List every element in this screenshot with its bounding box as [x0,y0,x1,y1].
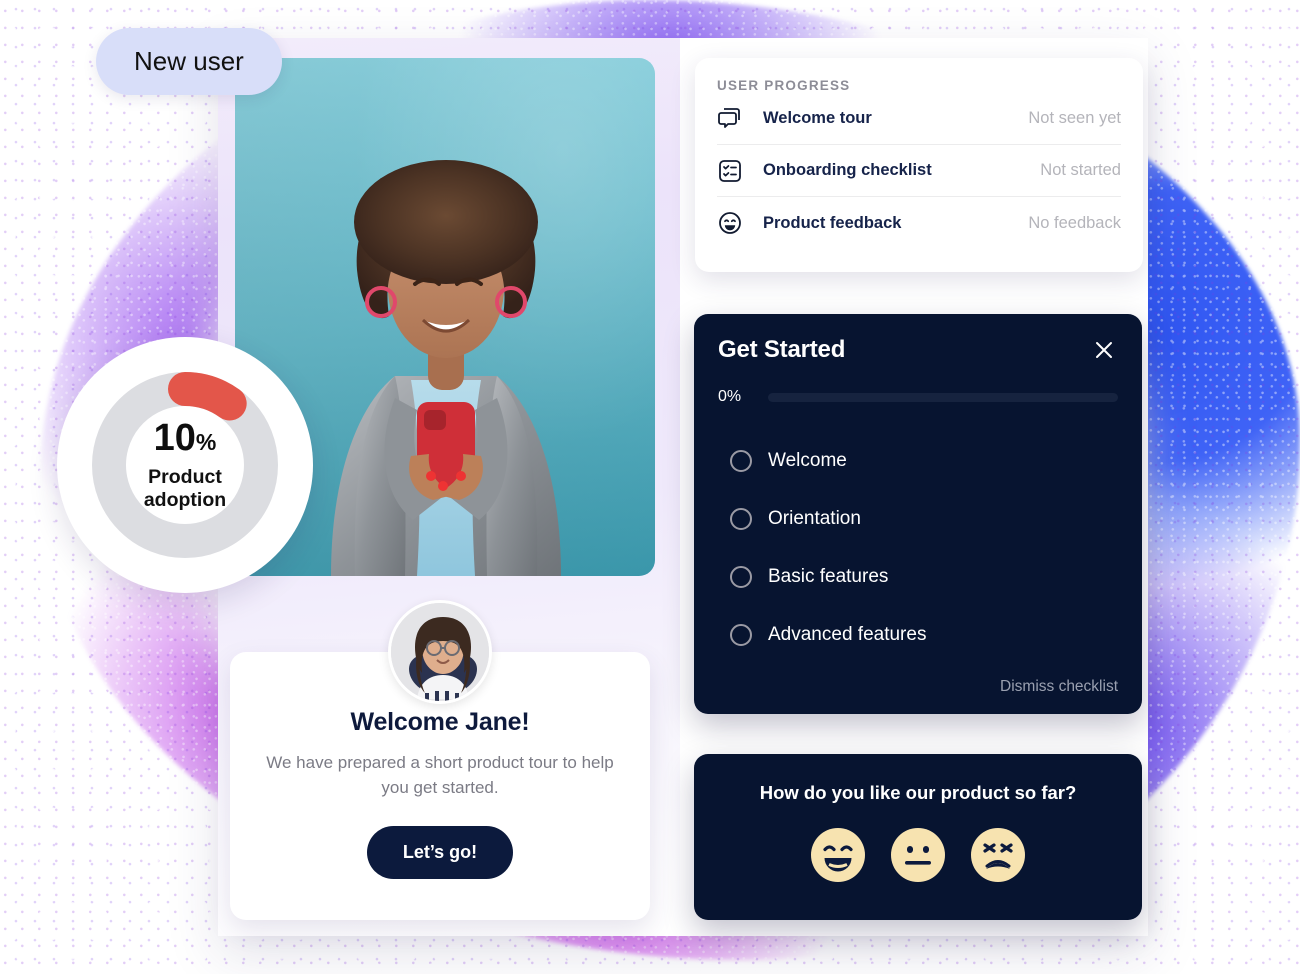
neutral-face-icon[interactable] [891,828,945,882]
avatar-portrait-icon [391,603,489,701]
radio-unchecked-icon[interactable] [730,450,752,472]
checklist-title: Get Started [718,336,846,363]
radio-unchecked-icon[interactable] [730,508,752,530]
checklist-item-label: Welcome [768,450,847,471]
checklist-item-label: Basic features [768,566,889,587]
progress-row-onboarding-checklist[interactable]: Onboarding checklist Not started [717,145,1121,197]
smiley-face-icon [717,210,753,236]
lets-go-button[interactable]: Let’s go! [366,826,514,880]
progress-status: Not started [1040,161,1121,179]
checklist-item-welcome[interactable]: Welcome [718,432,1118,490]
gauge-ring [92,372,278,558]
checklist-progress-track [768,392,1118,402]
radio-unchecked-icon[interactable] [730,624,752,646]
progress-row-welcome-tour[interactable]: Welcome tour Not seen yet [717,93,1121,145]
get-started-checklist-card: Get Started 0% Welcome Orientation Basic… [694,314,1142,714]
unhappy-face-icon[interactable] [971,828,1025,882]
user-progress-card: USER PROGRESS Welcome tour Not seen yet [695,58,1143,272]
feedback-card: How do you like our product so far? [694,754,1142,920]
progress-row-product-feedback[interactable]: Product feedback No feedback [717,197,1121,249]
checklist-square-icon [717,158,753,184]
happy-face-icon[interactable] [811,828,865,882]
checklist-item-basic-features[interactable]: Basic features [718,548,1118,606]
progress-label: Product feedback [763,213,902,232]
checklist-item-advanced-features[interactable]: Advanced features [718,606,1118,664]
dismiss-checklist-link[interactable]: Dismiss checklist [1000,678,1118,696]
product-adoption-gauge: 10% Product adoption [57,337,313,593]
welcome-subtitle: We have prepared a short product tour to… [266,753,614,797]
progress-status: Not seen yet [1028,109,1121,127]
avatar [388,600,492,704]
close-icon[interactable] [1090,336,1118,364]
checklist-item-label: Orientation [768,508,861,529]
progress-label: Onboarding checklist [763,161,932,179]
radio-unchecked-icon[interactable] [730,566,752,588]
new-user-badge: New user [96,28,282,95]
screenshot-root: Welcome Jane! We have prepared a short p… [0,0,1300,974]
checklist-percent-label: 0% [718,388,742,405]
welcome-title: Welcome Jane! [350,708,530,736]
right-column: USER PROGRESS Welcome tour Not seen yet [680,38,1148,936]
chat-bubbles-icon [717,106,753,132]
progress-status: No feedback [1028,213,1121,232]
welcome-card: Welcome Jane! We have prepared a short p… [230,600,650,920]
checklist-progress: 0% [718,388,1118,406]
user-progress-title: USER PROGRESS [717,78,851,93]
checklist-item-orientation[interactable]: Orientation [718,490,1118,548]
app-panel: Welcome Jane! We have prepared a short p… [218,38,1148,936]
progress-label: Welcome tour [763,109,872,127]
checklist-item-label: Advanced features [768,624,927,645]
feedback-question: How do you like our product so far? [759,782,1077,803]
